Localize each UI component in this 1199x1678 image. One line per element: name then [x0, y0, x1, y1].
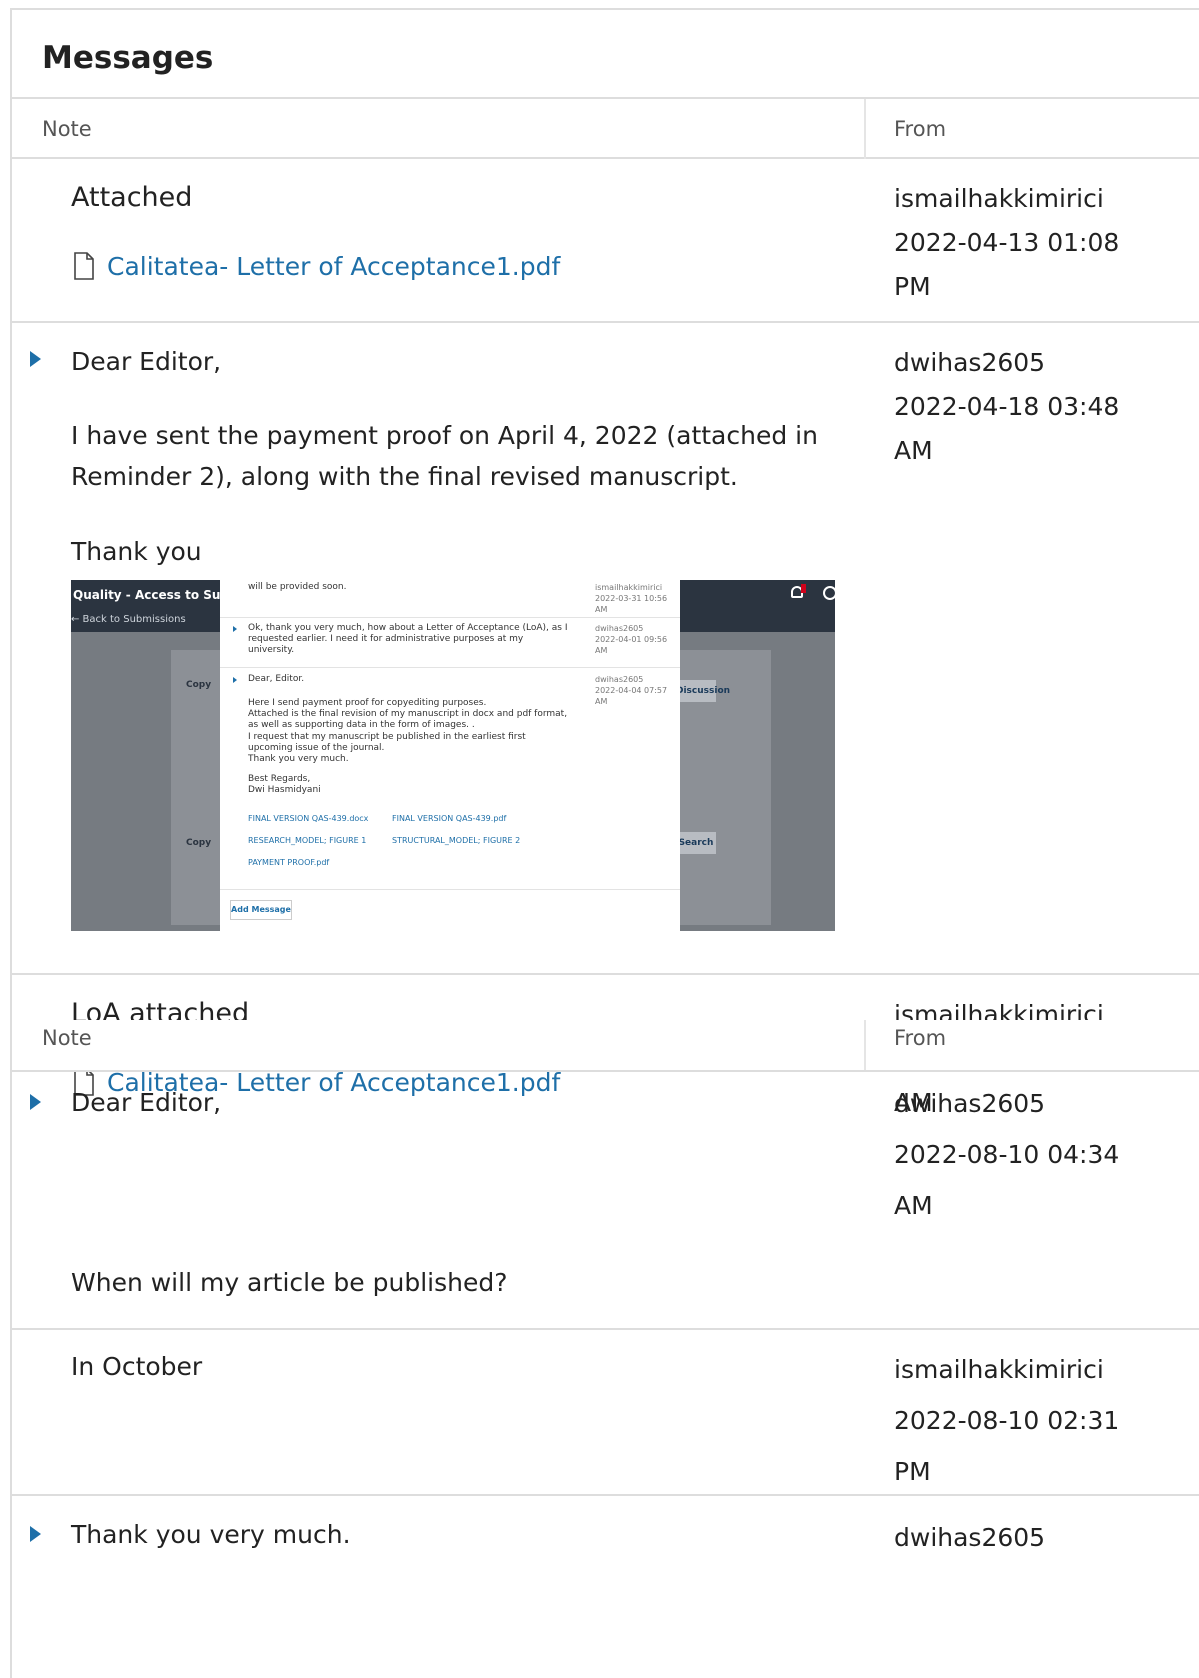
message-date: 2022-08-10 04:34	[894, 1140, 1120, 1169]
message-row: Dear Editor, When will my article be pub…	[12, 1072, 1199, 1330]
message-author: ismailhakkimirici	[894, 1355, 1104, 1384]
column-note-label: Note	[42, 117, 92, 141]
message-row: In October ismailhakkimirici 2022-08-10 …	[12, 1330, 1199, 1496]
user-icon	[823, 586, 835, 600]
column-note-label: Note	[42, 1026, 92, 1050]
embedded-bg-label: Copy	[186, 838, 212, 848]
message-body-line: When will my article be published?	[71, 1268, 508, 1297]
message-row: Attached Calitatea- Letter of Acceptance…	[12, 159, 1199, 323]
embedded-bg-button: Discussion	[676, 680, 730, 702]
message-author: dwihas2605	[894, 348, 1046, 377]
attachment-filename: Calitatea- Letter of Acceptance1.pdf	[107, 251, 561, 281]
message-ampm: AM	[894, 436, 933, 465]
message-body-line: Dear Editor,	[71, 1088, 222, 1117]
column-from-label: From	[894, 1026, 947, 1050]
column-header: Note From	[12, 97, 1199, 159]
message-meta: dwihas2605 2022-08-10 04:34 AM	[894, 1078, 1124, 1231]
message-meta: dwihas2605	[894, 1512, 1124, 1563]
panel-title: Messages	[42, 40, 214, 76]
message-body-line: I have sent the payment proof on April 4…	[71, 421, 818, 491]
embedded-bg-button: Search	[676, 832, 716, 854]
message-body-line: Dear Editor,	[71, 347, 222, 376]
message-row: Thank you very much. dwihas2605	[12, 1496, 1199, 1678]
message-ampm: PM	[894, 272, 931, 301]
file-icon	[74, 252, 94, 280]
column-from-label: From	[894, 117, 947, 141]
attachment-link[interactable]: Calitatea- Letter of Acceptance1.pdf	[71, 251, 560, 281]
embedded-back-link: ← Back to Submissions	[71, 614, 186, 625]
message-ampm: PM	[894, 1457, 931, 1486]
embedded-screenshot: Quality - Access to Success ← Back to Su…	[71, 580, 835, 931]
message-body-line: Thank you very much.	[71, 1520, 351, 1549]
embedded-bg-label: Copy	[186, 680, 212, 690]
message-body-line: In October	[71, 1352, 203, 1381]
expand-arrow-icon[interactable]	[30, 1094, 41, 1110]
message-meta: ismailhakkimirici 2022-08-10 02:31 PM	[894, 1344, 1124, 1497]
message-author: dwihas2605	[894, 1089, 1046, 1118]
message-date: 2022-04-13 01:08	[894, 228, 1120, 257]
column-header-sticky: Note From	[12, 1020, 1199, 1072]
expand-arrow-icon[interactable]	[30, 1526, 41, 1542]
message-body: Attached	[71, 182, 193, 213]
message-row: Dear Editor, I have sent the payment pro…	[12, 323, 1199, 975]
message-ampm: AM	[894, 1191, 933, 1220]
messages-panel: Messages Note From Attached Calitatea- L…	[10, 8, 1199, 1678]
message-body-line: Thank you	[71, 537, 202, 566]
expand-arrow-icon[interactable]	[30, 351, 41, 367]
message-author: ismailhakkimirici	[894, 184, 1104, 213]
message-date: 2022-08-10 02:31	[894, 1406, 1120, 1435]
message-date: 2022-04-18 03:48	[894, 392, 1120, 421]
embedded-add-message: Add Message	[230, 900, 292, 920]
message-meta: ismailhakkimirici 2022-04-13 01:08 PM	[894, 177, 1124, 309]
message-author: dwihas2605	[894, 1523, 1046, 1552]
embedded-modal: will be provided soon. ismailhakkimirici…	[220, 580, 680, 931]
message-meta: dwihas2605 2022-04-18 03:48 AM	[894, 341, 1124, 473]
